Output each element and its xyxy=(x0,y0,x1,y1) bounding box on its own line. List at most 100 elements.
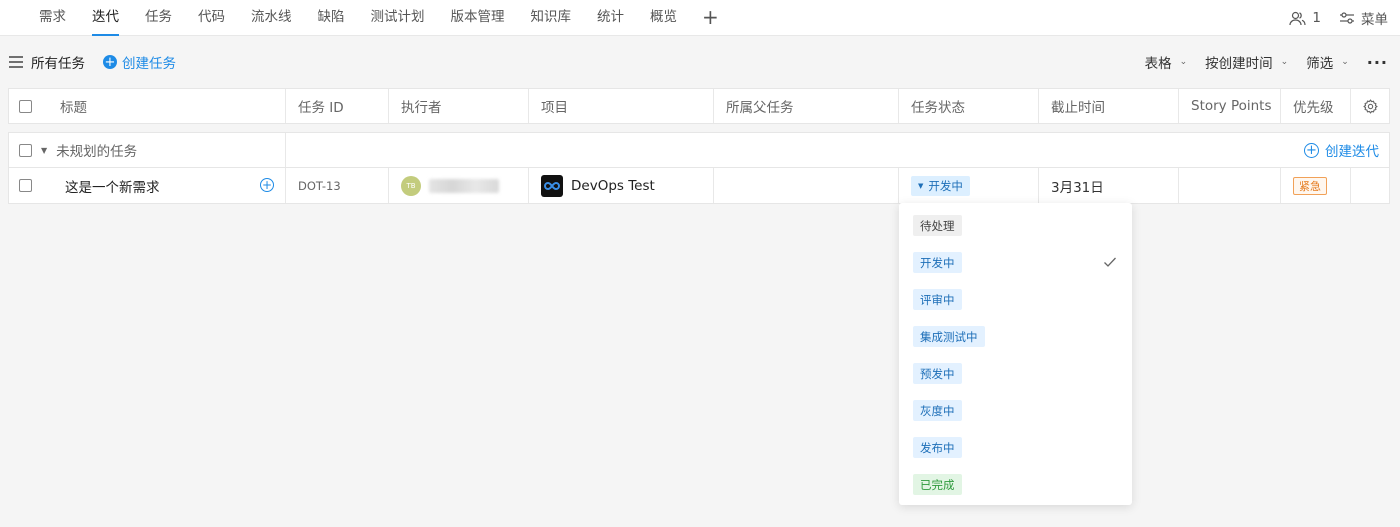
task-table: 标题 任务 ID 执行者 项目 所属父任务 任务状态 截止时间 Story Po… xyxy=(8,88,1390,204)
more-options-button[interactable]: ··· xyxy=(1367,53,1388,72)
assignee-cell[interactable]: TB xyxy=(389,168,529,203)
status-label: 开发中 xyxy=(928,178,963,193)
status-option-label: 发布中 xyxy=(913,437,962,458)
header-title-label: 标题 xyxy=(60,100,87,116)
table-header: 标题 任务 ID 执行者 项目 所属父任务 任务状态 截止时间 Story Po… xyxy=(8,88,1390,124)
status-option-label: 已完成 xyxy=(913,474,962,495)
members-icon xyxy=(1289,11,1307,25)
header-task-id[interactable]: 任务 ID xyxy=(286,89,389,123)
row-checkbox[interactable] xyxy=(19,179,32,192)
caret-down-icon[interactable]: ▼ xyxy=(41,146,47,155)
top-nav: 需求 迭代 任务 代码 流水线 缺陷 测试计划 版本管理 知识库 统计 概览 +… xyxy=(0,0,1400,36)
add-subtask-icon[interactable]: + xyxy=(260,178,274,192)
toolbar-right: 表格 ⌄ 按创建时间 ⌄ 筛选 ⌄ ··· xyxy=(1145,44,1388,80)
header-assignee[interactable]: 执行者 xyxy=(389,89,529,123)
project-name[interactable]: DevOps Test xyxy=(571,178,655,194)
nav-right: 1 菜单 xyxy=(1289,0,1388,36)
status-option-releasing[interactable]: 发布中 xyxy=(899,429,1132,466)
view-mode-label: 表格 xyxy=(1144,56,1172,72)
header-parent-task[interactable]: 所属父任务 xyxy=(714,89,899,123)
status-option-label: 评审中 xyxy=(913,289,962,310)
status-option-developing[interactable]: 开发中 xyxy=(899,244,1132,281)
plus-circle-outline-icon: + xyxy=(1304,142,1319,158)
priority-cell: 紧急 xyxy=(1281,168,1351,203)
assignee-name-redacted xyxy=(429,178,499,193)
status-option-done[interactable]: 已完成 xyxy=(899,466,1132,503)
header-priority[interactable]: 优先级 xyxy=(1281,89,1351,123)
status-option-integration-testing[interactable]: 集成测试中 xyxy=(899,318,1132,355)
caret-down-icon: ▼ xyxy=(918,181,924,190)
row-title-cell: 这是一个新需求 + xyxy=(9,168,286,203)
status-option-label: 集成测试中 xyxy=(913,326,985,347)
hamburger-icon[interactable] xyxy=(9,56,23,68)
tab-requirements[interactable]: 需求 xyxy=(26,0,79,36)
all-tasks-selector[interactable]: 所有任务 xyxy=(31,52,85,72)
tab-test-plan[interactable]: 测试计划 xyxy=(358,0,438,36)
tab-iterations[interactable]: 迭代 xyxy=(79,0,132,36)
priority-badge[interactable]: 紧急 xyxy=(1293,176,1327,195)
select-all-checkbox[interactable] xyxy=(19,99,32,113)
header-status[interactable]: 任务状态 xyxy=(899,89,1039,123)
tab-version-management[interactable]: 版本管理 xyxy=(438,0,518,36)
members-button[interactable]: 1 xyxy=(1289,10,1321,26)
status-option-pending[interactable]: 待处理 xyxy=(899,207,1132,244)
members-count: 1 xyxy=(1312,10,1321,26)
add-tab-button[interactable]: + xyxy=(690,0,731,36)
create-task-button[interactable]: + 创建任务 xyxy=(103,52,176,72)
status-option-label: 灰度中 xyxy=(913,400,962,421)
group-header: ▼ 未规划的任务 xyxy=(9,133,286,167)
group-name: 未规划的任务 xyxy=(56,144,138,160)
status-option-label: 待处理 xyxy=(913,215,962,236)
sort-label: 按创建时间 xyxy=(1205,56,1273,72)
chevron-down-icon: ⌄ xyxy=(1179,57,1188,67)
group-checkbox[interactable] xyxy=(19,143,32,157)
menu-label: 菜单 xyxy=(1361,12,1388,28)
header-title: 标题 xyxy=(9,89,286,123)
status-dropdown-trigger[interactable]: ▼ 开发中 xyxy=(911,175,970,196)
settings-sliders-icon xyxy=(1340,12,1354,24)
story-points-cell[interactable] xyxy=(1179,168,1281,203)
gear-icon xyxy=(1362,98,1378,114)
tab-knowledge-base[interactable]: 知识库 xyxy=(518,0,585,36)
chevron-down-icon: ⌄ xyxy=(1341,57,1349,67)
create-iteration-label: 创建迭代 xyxy=(1325,144,1379,160)
tab-tasks[interactable]: 任务 xyxy=(132,0,185,36)
view-mode-dropdown[interactable]: 表格 ⌄ xyxy=(1145,52,1188,72)
sort-dropdown[interactable]: 按创建时间 ⌄ xyxy=(1205,52,1288,72)
create-iteration-button[interactable]: + 创建迭代 xyxy=(1304,140,1379,160)
task-id: DOT-13 xyxy=(286,168,389,203)
parent-task-cell[interactable] xyxy=(714,168,899,203)
status-option-reviewing[interactable]: 评审中 xyxy=(899,281,1132,318)
menu-button[interactable]: 菜单 xyxy=(1339,8,1388,28)
nav-tabs: 需求 迭代 任务 代码 流水线 缺陷 测试计划 版本管理 知识库 统计 概览 + xyxy=(26,0,731,36)
tab-defects[interactable]: 缺陷 xyxy=(305,0,358,36)
status-dropdown-menu: 待处理 开发中 评审中 集成测试中 预发中 灰度中 发布中 已完成 xyxy=(899,203,1132,505)
column-settings-button[interactable] xyxy=(1351,89,1389,123)
filter-dropdown[interactable]: 筛选 ⌄ xyxy=(1306,52,1349,72)
chevron-down-icon: ⌄ xyxy=(1280,57,1289,67)
tab-overview[interactable]: 概览 xyxy=(637,0,690,36)
filter-label: 筛选 xyxy=(1306,56,1334,72)
avatar: TB xyxy=(401,175,421,196)
header-story-points[interactable]: Story Points xyxy=(1179,89,1281,123)
task-title[interactable]: 这是一个新需求 xyxy=(65,176,160,196)
group-actions: + 创建迭代 xyxy=(286,133,1389,167)
header-due-date[interactable]: 截止时间 xyxy=(1039,89,1179,123)
tab-pipeline[interactable]: 流水线 xyxy=(238,0,305,36)
status-option-label: 预发中 xyxy=(913,363,962,384)
project-cell: DevOps Test xyxy=(529,168,714,203)
row-end-cell xyxy=(1351,168,1389,203)
toolbar: 所有任务 + 创建任务 表格 ⌄ 按创建时间 ⌄ 筛选 ⌄ ··· xyxy=(0,44,1400,80)
header-project[interactable]: 项目 xyxy=(529,89,714,123)
status-option-label: 开发中 xyxy=(913,252,962,273)
checkmark-icon xyxy=(1104,257,1116,267)
group-row-unplanned: ▼ 未规划的任务 + 创建迭代 xyxy=(8,132,1390,168)
table-row[interactable]: 这是一个新需求 + DOT-13 TB DevOps Test ▼ 开发中 3月… xyxy=(8,168,1390,204)
due-date-cell[interactable]: 3月31日 xyxy=(1039,168,1179,203)
status-cell: ▼ 开发中 xyxy=(899,168,1039,203)
tab-code[interactable]: 代码 xyxy=(185,0,238,36)
status-option-pre-release[interactable]: 预发中 xyxy=(899,355,1132,392)
tab-statistics[interactable]: 统计 xyxy=(584,0,637,36)
status-option-gray-release[interactable]: 灰度中 xyxy=(899,392,1132,429)
toolbar-left: 所有任务 + 创建任务 xyxy=(9,44,176,80)
